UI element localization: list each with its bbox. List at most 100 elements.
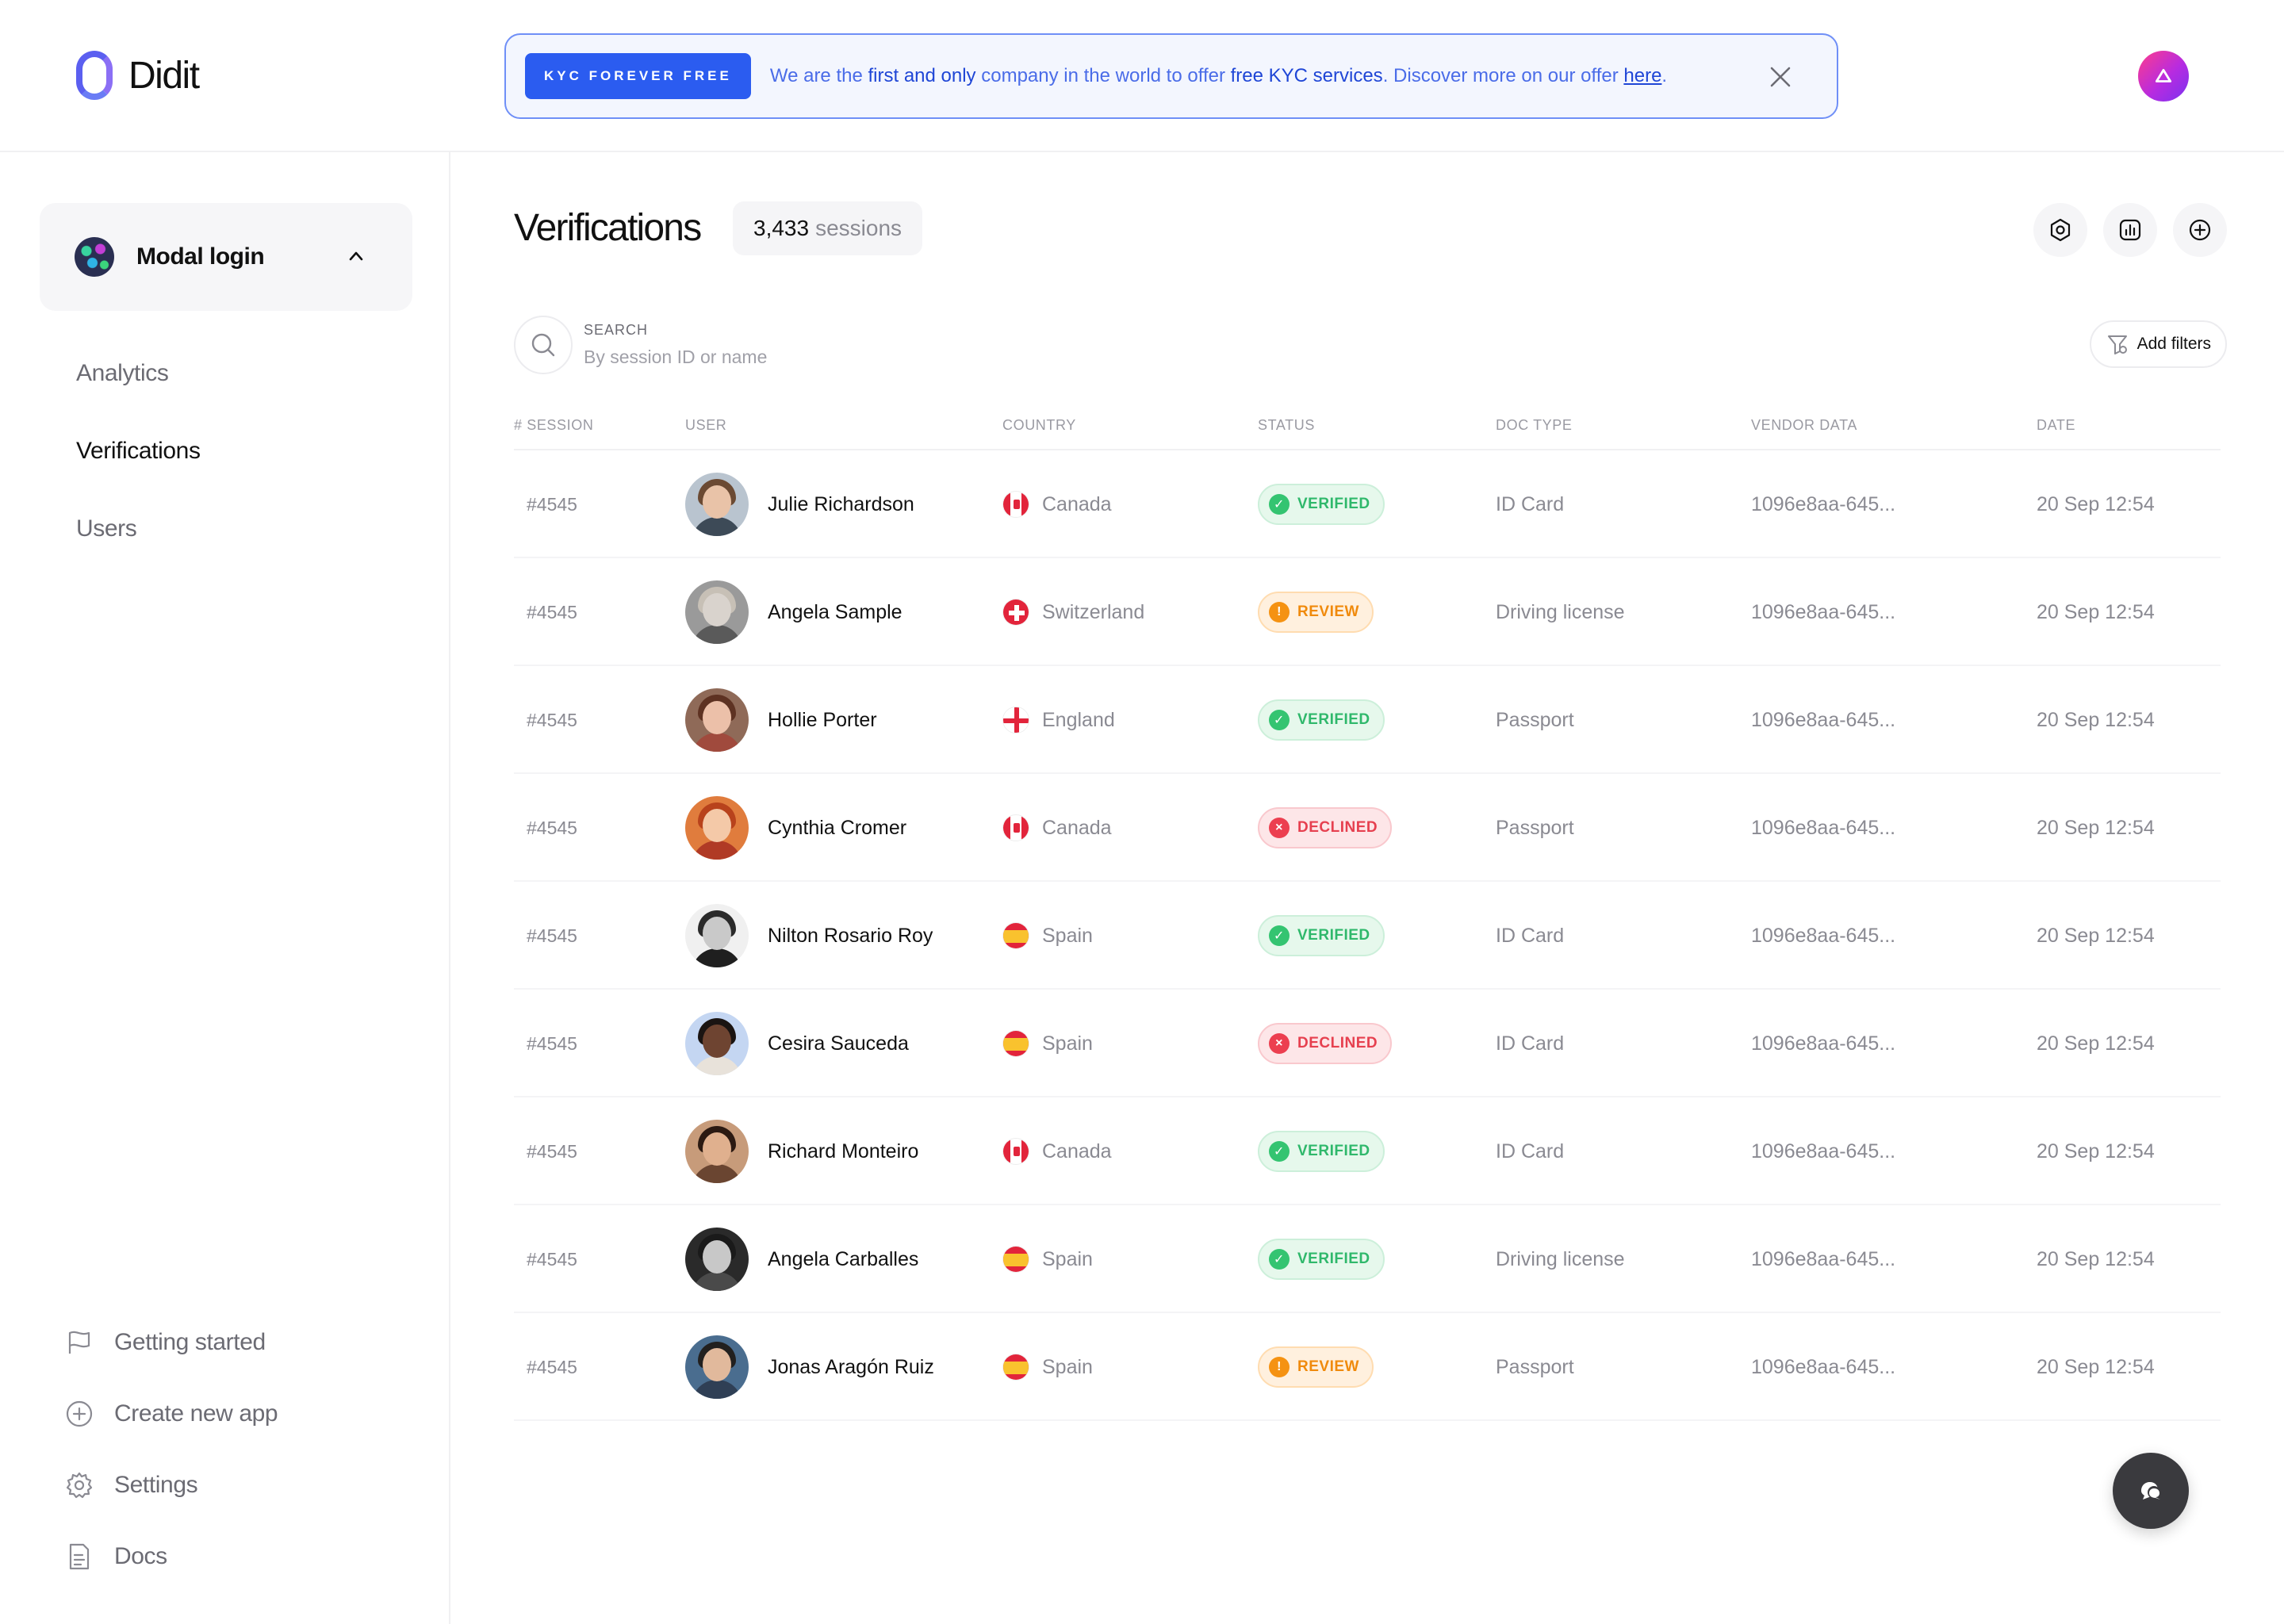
vendor-data: 1096e8aa-645...: [1751, 990, 1895, 1097]
status-verified-icon: ✓: [1269, 494, 1290, 515]
table-row[interactable]: #4545Hollie PorterEngland✓VERIFIEDPasspo…: [514, 666, 2221, 774]
sidebar: Modal login Analytics Verifications User…: [0, 152, 450, 1624]
status-cell: ✓VERIFIED: [1258, 666, 1385, 774]
session-date: 20 Sep 12:54: [2037, 558, 2155, 666]
close-banner-button[interactable]: [1769, 65, 1792, 89]
promo-banner: KYC FOREVER FREE We are the first and on…: [504, 33, 1838, 119]
getting-started-label: Getting started: [114, 1329, 266, 1356]
session-id: #4545: [527, 990, 577, 1097]
user-cell: Julie Richardson: [685, 450, 914, 558]
status-label: VERIFIED: [1297, 1143, 1370, 1160]
user-avatar: [685, 688, 749, 752]
column-header-country[interactable]: COUNTRY: [1002, 417, 1076, 434]
settings-link[interactable]: Settings: [63, 1450, 278, 1521]
banner-text: We are the first and only company in the…: [770, 65, 1667, 87]
user-avatar: [685, 1012, 749, 1075]
user-cell: Angela Sample: [685, 558, 902, 666]
table-row[interactable]: #4545Cynthia CromerCanada×DECLINEDPasspo…: [514, 774, 2221, 882]
doc-type: Passport: [1496, 666, 1574, 774]
status-label: VERIFIED: [1297, 1251, 1370, 1268]
vendor-data: 1096e8aa-645...: [1751, 666, 1895, 774]
table-row[interactable]: #4545Jonas Aragón RuizSpain!REVIEWPasspo…: [514, 1313, 2221, 1421]
app-avatar: [75, 237, 114, 277]
search-label: SEARCH: [584, 322, 901, 339]
session-id: #4545: [527, 558, 577, 666]
add-filters-button[interactable]: Add filters: [2090, 320, 2227, 368]
column-header-status[interactable]: STATUS: [1258, 417, 1315, 434]
status-cell: ×DECLINED: [1258, 990, 1392, 1097]
column-header-user[interactable]: USER: [685, 417, 726, 434]
vendor-data: 1096e8aa-645...: [1751, 450, 1895, 558]
create-new-app-link[interactable]: Create new app: [63, 1378, 278, 1450]
status-label: VERIFIED: [1297, 711, 1370, 729]
session-id: #4545: [527, 774, 577, 882]
bar-chart-icon: [2117, 216, 2144, 243]
getting-started-link[interactable]: Getting started: [63, 1307, 278, 1378]
table-row[interactable]: #4545Nilton Rosario RoySpain✓VERIFIEDID …: [514, 882, 2221, 990]
analytics-button[interactable]: [2103, 203, 2157, 257]
settings-hex-button[interactable]: [2033, 203, 2087, 257]
brand-logo[interactable]: Didit: [76, 51, 199, 100]
column-header-vendor-data[interactable]: VENDOR DATA: [1751, 417, 1857, 434]
docs-label: Docs: [114, 1543, 167, 1570]
verifications-table-body: #4545Julie RichardsonCanada✓VERIFIEDID C…: [514, 450, 2221, 1421]
status-badge: !REVIEW: [1258, 1346, 1374, 1388]
gear-icon: [63, 1469, 95, 1501]
session-date: 20 Sep 12:54: [2037, 450, 2155, 558]
profile-logo-icon: [2153, 66, 2174, 86]
status-label: VERIFIED: [1297, 927, 1370, 944]
sidebar-item-users[interactable]: Users: [76, 515, 201, 593]
banner-offer-link[interactable]: here: [1623, 65, 1661, 86]
status-cell: ✓VERIFIED: [1258, 1097, 1385, 1205]
create-new-app-label: Create new app: [114, 1400, 278, 1427]
country-cell: Switzerland: [1002, 558, 1144, 666]
plus-circle-icon: [63, 1398, 95, 1430]
user-avatar: [685, 1335, 749, 1399]
banner-tag: KYC FOREVER FREE: [525, 53, 751, 99]
user-cell: Cesira Sauceda: [685, 990, 909, 1097]
user-avatar: [685, 580, 749, 644]
column-header-session[interactable]: # SESSION: [514, 417, 593, 434]
hexagon-settings-icon: [2047, 216, 2074, 243]
banner-text-part: .: [1661, 65, 1667, 86]
sidebar-item-analytics[interactable]: Analytics: [76, 360, 201, 438]
add-button[interactable]: [2173, 203, 2227, 257]
docs-link[interactable]: Docs: [63, 1521, 278, 1592]
user-name: Hollie Porter: [768, 709, 877, 732]
user-cell: Nilton Rosario Roy: [685, 882, 933, 990]
user-avatar: [685, 796, 749, 860]
status-cell: ✓VERIFIED: [1258, 450, 1385, 558]
table-row[interactable]: #4545Cesira SaucedaSpain×DECLINEDID Card…: [514, 990, 2221, 1097]
status-verified-icon: ✓: [1269, 1249, 1290, 1270]
session-id: #4545: [527, 1205, 577, 1313]
doc-type: Driving license: [1496, 1205, 1625, 1313]
table-row[interactable]: #4545Julie RichardsonCanada✓VERIFIEDID C…: [514, 450, 2221, 558]
brand-name: Didit: [128, 54, 199, 98]
app-switcher[interactable]: Modal login: [40, 203, 412, 311]
session-id: #4545: [527, 882, 577, 990]
search-button[interactable]: [514, 316, 573, 374]
table-row[interactable]: #4545Angela CarballesSpain✓VERIFIEDDrivi…: [514, 1205, 2221, 1313]
column-header-doc-type[interactable]: DOC TYPE: [1496, 417, 1573, 434]
vendor-data: 1096e8aa-645...: [1751, 1097, 1895, 1205]
user-avatar-button[interactable]: [2138, 51, 2189, 102]
status-badge: ✓VERIFIED: [1258, 1131, 1385, 1172]
table-row[interactable]: #4545Angela SampleSwitzerland!REVIEWDriv…: [514, 558, 2221, 666]
support-chat-button[interactable]: [2113, 1453, 2189, 1529]
vendor-data: 1096e8aa-645...: [1751, 882, 1895, 990]
country-cell: Spain: [1002, 990, 1093, 1097]
user-cell: Jonas Aragón Ruiz: [685, 1313, 934, 1421]
search-input[interactable]: [584, 347, 901, 368]
country-name: England: [1042, 709, 1115, 732]
table-row[interactable]: #4545Richard MonteiroCanada✓VERIFIEDID C…: [514, 1097, 2221, 1205]
logo-mark-icon: [76, 51, 113, 100]
vendor-data: 1096e8aa-645...: [1751, 1313, 1895, 1421]
user-name: Angela Carballes: [768, 1248, 918, 1271]
session-date: 20 Sep 12:54: [2037, 1313, 2155, 1421]
session-id: #4545: [527, 1313, 577, 1421]
sidebar-item-verifications[interactable]: Verifications: [76, 438, 201, 515]
column-header-date[interactable]: DATE: [2037, 417, 2075, 434]
user-name: Cynthia Cromer: [768, 817, 906, 840]
banner-text-emphasis: first and only: [868, 65, 975, 86]
country-cell: Canada: [1002, 450, 1112, 558]
